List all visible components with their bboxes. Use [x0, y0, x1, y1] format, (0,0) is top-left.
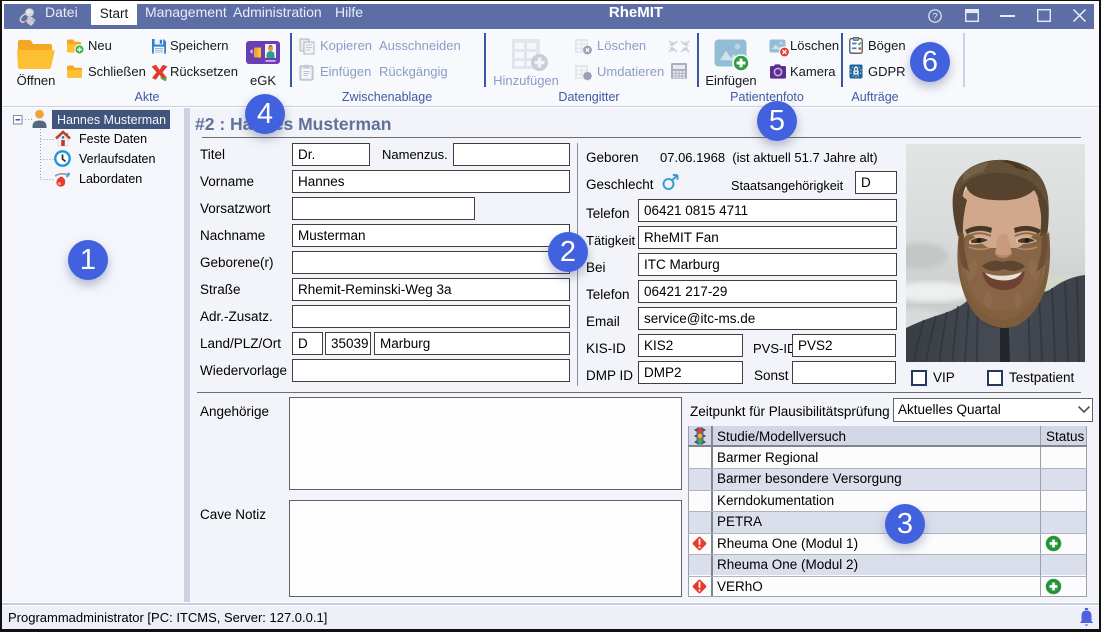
svg-text:?: ?: [932, 11, 937, 22]
